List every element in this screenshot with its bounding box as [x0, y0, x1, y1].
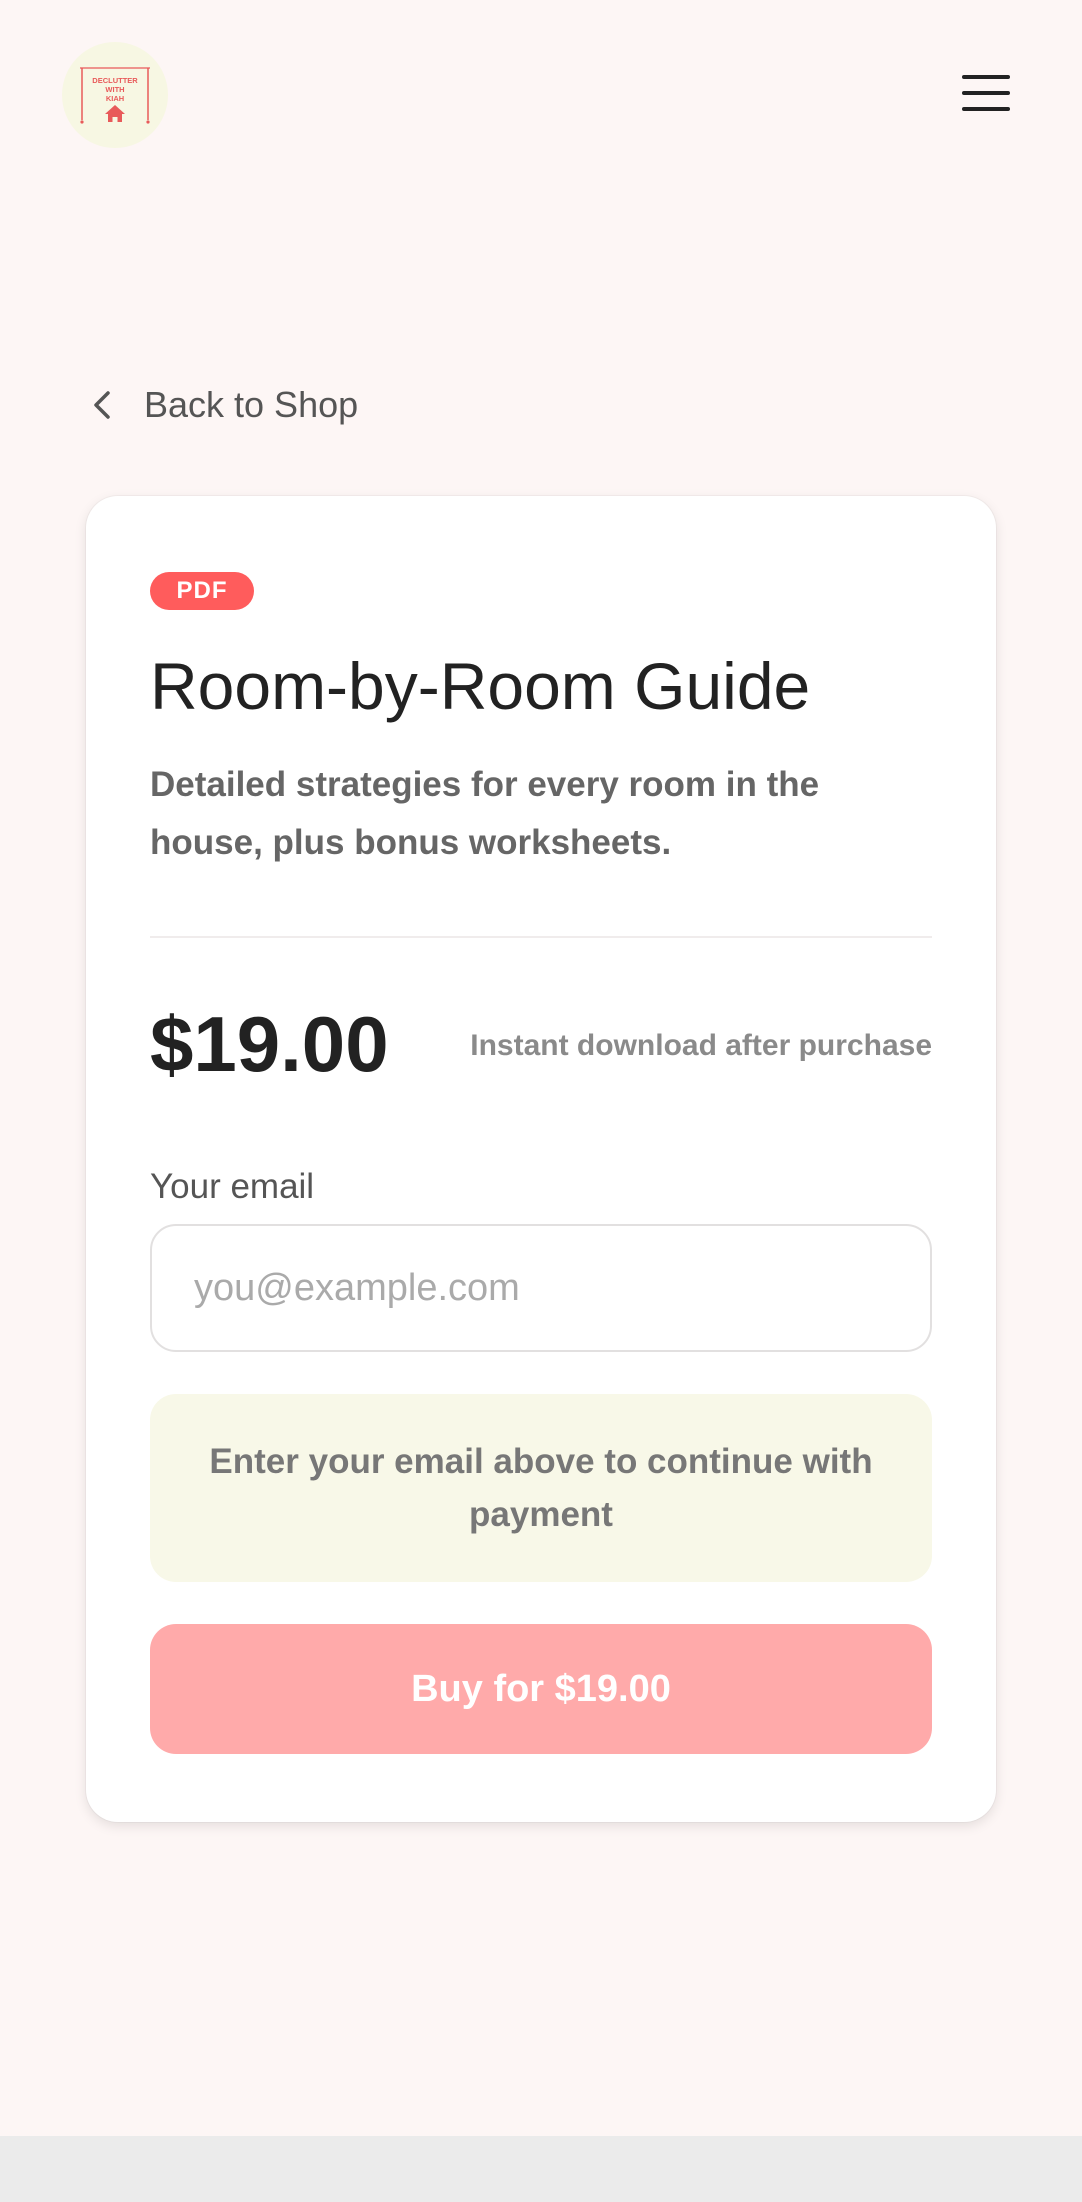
product-title: Room-by-Room Guide [150, 649, 811, 723]
chevron-left-icon [94, 391, 110, 419]
hamburger-menu-icon[interactable] [958, 70, 1014, 116]
email-label: Your email [150, 1167, 315, 1206]
product-card: PDF Room-by-Room Guide Detailed strategi… [86, 496, 996, 1822]
svg-text:KIAH: KIAH [106, 94, 124, 103]
product-description: Detailed strategies for every room in th… [150, 765, 820, 862]
svg-text:WITH: WITH [105, 85, 124, 94]
logo-image: DECLUTTER WITH KIAH [80, 67, 150, 124]
email-field[interactable] [150, 1224, 932, 1352]
email-required-notice: Enter your email above to continue with … [150, 1394, 932, 1582]
site-header: DECLUTTER WITH KIAH [0, 0, 1082, 190]
footer-strip [0, 2136, 1082, 2202]
svg-text:DECLUTTER: DECLUTTER [92, 76, 138, 85]
product-price: $19.00 [150, 1000, 389, 1088]
back-to-shop-link[interactable]: Back to Shop [88, 378, 358, 432]
menu-line [962, 107, 1010, 111]
back-link-label: Back to Shop [144, 384, 359, 425]
price-note: Instant download after purchase [470, 1029, 932, 1062]
brand-logo[interactable]: DECLUTTER WITH KIAH [62, 42, 168, 148]
divider [150, 936, 932, 938]
menu-line [962, 75, 1010, 79]
menu-line [962, 91, 1010, 95]
format-badge: PDF [150, 572, 254, 610]
buy-button[interactable]: Buy for $19.00 [150, 1624, 932, 1754]
